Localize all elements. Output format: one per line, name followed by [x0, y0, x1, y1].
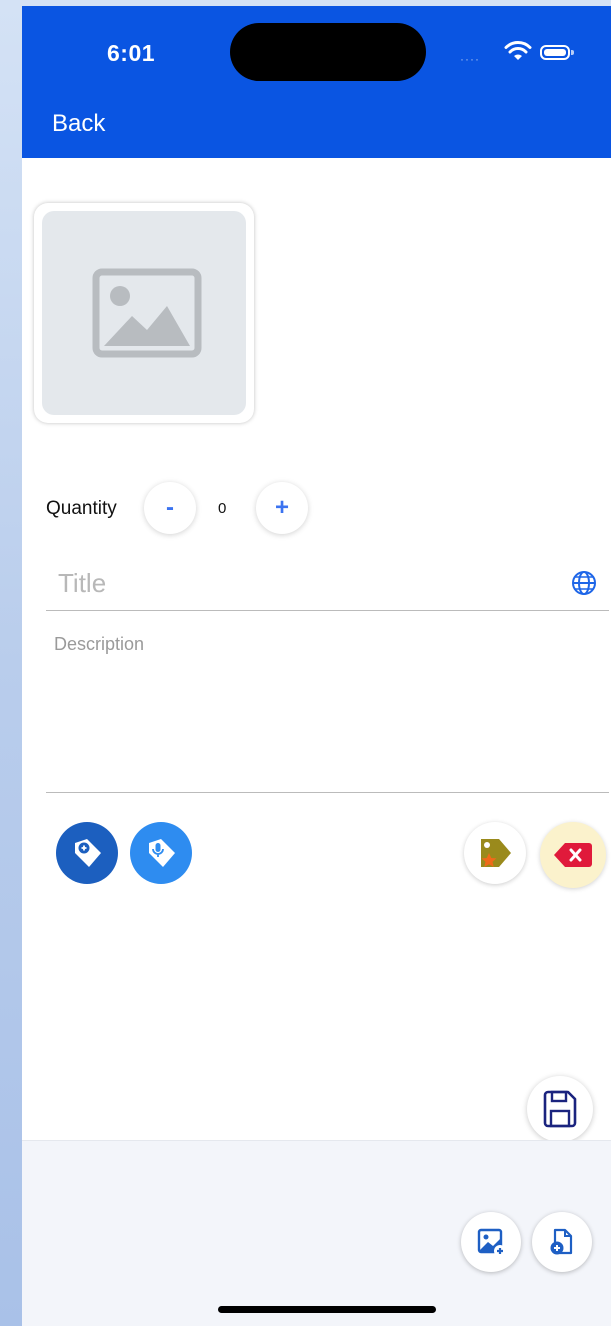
back-button[interactable]: Back	[52, 110, 105, 138]
add-image-icon	[477, 1228, 506, 1257]
app-screen: 6:01 ···· Back Quantity - 0 + Title Desc…	[22, 6, 611, 1326]
wifi-icon	[504, 40, 532, 69]
add-image-button[interactable]	[461, 1212, 521, 1272]
description-input[interactable]: Description	[46, 624, 609, 793]
home-indicator	[218, 1306, 436, 1313]
delete-icon	[554, 843, 592, 867]
quantity-decrement-button[interactable]: -	[144, 482, 196, 534]
header-bar: 6:01 ···· Back	[22, 6, 611, 158]
tag-add-icon	[75, 839, 101, 867]
battery-icon	[540, 45, 574, 60]
cellular-signal-icon: ····	[460, 52, 480, 66]
globe-icon[interactable]	[571, 570, 597, 601]
add-document-icon	[550, 1228, 573, 1255]
dynamic-island	[230, 23, 426, 81]
tag-star-icon	[481, 839, 511, 867]
save-button[interactable]	[527, 1076, 593, 1142]
delete-button[interactable]	[540, 822, 606, 888]
add-tag-button[interactable]	[56, 822, 118, 884]
photo-placeholder	[42, 211, 246, 415]
image-placeholder-icon	[92, 268, 202, 358]
add-document-button[interactable]	[532, 1212, 592, 1272]
photo-picker[interactable]	[34, 203, 254, 423]
status-time: 6:01	[107, 40, 156, 66]
quantity-value: 0	[218, 500, 227, 517]
description-placeholder: Description	[54, 634, 145, 654]
favorite-tag-button[interactable]	[464, 822, 526, 884]
voice-tag-button[interactable]	[130, 822, 192, 884]
title-input[interactable]: Title	[46, 562, 609, 611]
bottom-toolbar	[22, 1140, 611, 1326]
tag-voice-icon	[149, 839, 175, 867]
quantity-label: Quantity	[46, 498, 117, 519]
title-placeholder: Title	[58, 568, 107, 598]
quantity-increment-button[interactable]: +	[256, 482, 308, 534]
save-icon	[543, 1090, 577, 1128]
